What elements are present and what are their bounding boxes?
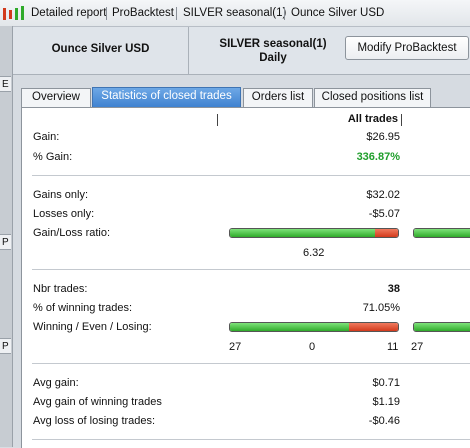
section-divider [32, 175, 470, 176]
side-panel-cell[interactable]: P [0, 338, 11, 354]
report-header: Ounce Silver USD SILVER seasonal(1) Dail… [13, 27, 470, 75]
winning-count-column-2: 27 [411, 341, 424, 353]
side-panel-cell[interactable]: P [0, 234, 11, 250]
losses-only-label: Losses only: [33, 208, 95, 220]
instrument-cell: Ounce Silver USD [13, 27, 189, 74]
left-side-panel: E P P [0, 26, 13, 447]
avg-loss-losing-label: Avg loss of losing trades: [33, 415, 156, 427]
even-count: 0 [309, 341, 316, 353]
gain-loss-ratio-bar-column-2 [413, 228, 470, 238]
loss-segment [374, 229, 398, 237]
pct-gain-value: 336.87% [356, 151, 400, 163]
pct-winning-label: % of winning trades: [33, 302, 133, 314]
winning-segment [414, 323, 470, 331]
instrument-name: Ounce Silver USD [51, 43, 150, 55]
win-even-lose-label: Winning / Even / Losing: [33, 321, 152, 333]
gains-only-label: Gains only: [33, 189, 89, 201]
tab-closed-positions-list[interactable]: Closed positions list [314, 88, 431, 107]
tab-statistics-closed-trades[interactable]: Statistics of closed trades [92, 87, 241, 107]
column-divider [217, 114, 218, 126]
avg-gain-winning-label: Avg gain of winning trades [33, 396, 162, 408]
candlestick-red-icon [3, 8, 6, 20]
avg-loss-losing-value: -$0.46 [368, 415, 400, 427]
toolbar-item-instrument[interactable]: Ounce Silver USD [291, 7, 384, 19]
gain-loss-ratio-value: 6.32 [303, 247, 325, 259]
tab-overview[interactable]: Overview [21, 88, 91, 107]
statistics-table: All trades Gain: $26.95 % Gain: 336.87% … [21, 107, 470, 448]
gain-segment [414, 229, 470, 237]
gains-only-value: $32.02 [366, 189, 400, 201]
top-toolbar: Detailed report ProBacktest SILVER seaso… [0, 0, 470, 27]
win-even-lose-bar [229, 322, 399, 332]
gain-loss-ratio-label: Gain/Loss ratio: [33, 227, 111, 239]
section-divider [32, 363, 470, 364]
win-even-lose-bar-column-2 [413, 322, 470, 332]
losing-segment [349, 323, 398, 331]
section-divider [32, 269, 470, 270]
gain-label: Gain: [33, 131, 60, 143]
gain-loss-ratio-bar [229, 228, 399, 238]
avg-gain-winning-value: $1.19 [372, 396, 400, 408]
main-panel: Overview Statistics of closed trades Ord… [13, 75, 470, 448]
toolbar-separator [106, 7, 107, 20]
gain-segment [230, 229, 375, 237]
system-period: Daily [259, 52, 287, 64]
candlestick-green-icon [21, 6, 24, 20]
candlestick-green-icon [15, 8, 18, 20]
nbr-trades-value: 38 [387, 283, 400, 295]
nbr-trades-label: Nbr trades: [33, 283, 88, 295]
system-info: SILVER seasonal(1) Daily [213, 37, 333, 65]
winning-segment [230, 323, 350, 331]
losing-count: 11 [387, 341, 399, 353]
toolbar-separator [284, 7, 285, 20]
gain-value: $26.95 [366, 131, 400, 143]
candlestick-red-icon [9, 10, 12, 19]
modify-probacktest-button[interactable]: Modify ProBacktest [345, 36, 469, 60]
avg-gain-label: Avg gain: [33, 377, 79, 389]
pct-winning-value: 71.05% [362, 302, 400, 314]
side-panel-cell[interactable]: E [0, 76, 11, 92]
winning-count: 27 [229, 341, 242, 353]
toolbar-item-system[interactable]: SILVER seasonal(1) [183, 7, 286, 19]
section-divider [32, 439, 470, 440]
toolbar-separator [176, 7, 177, 20]
tab-orders-list[interactable]: Orders list [243, 88, 313, 107]
avg-gain-value: $0.71 [372, 377, 400, 389]
column-divider [401, 114, 402, 126]
toolbar-item-detailed-report[interactable]: Detailed report [31, 7, 106, 19]
column-header-all-trades: All trades [347, 113, 398, 125]
toolbar-item-probacktest[interactable]: ProBacktest [112, 7, 174, 19]
losses-only-value: -$5.07 [368, 208, 400, 220]
pct-gain-label: % Gain: [33, 151, 73, 163]
system-name: SILVER seasonal(1) [219, 38, 327, 50]
